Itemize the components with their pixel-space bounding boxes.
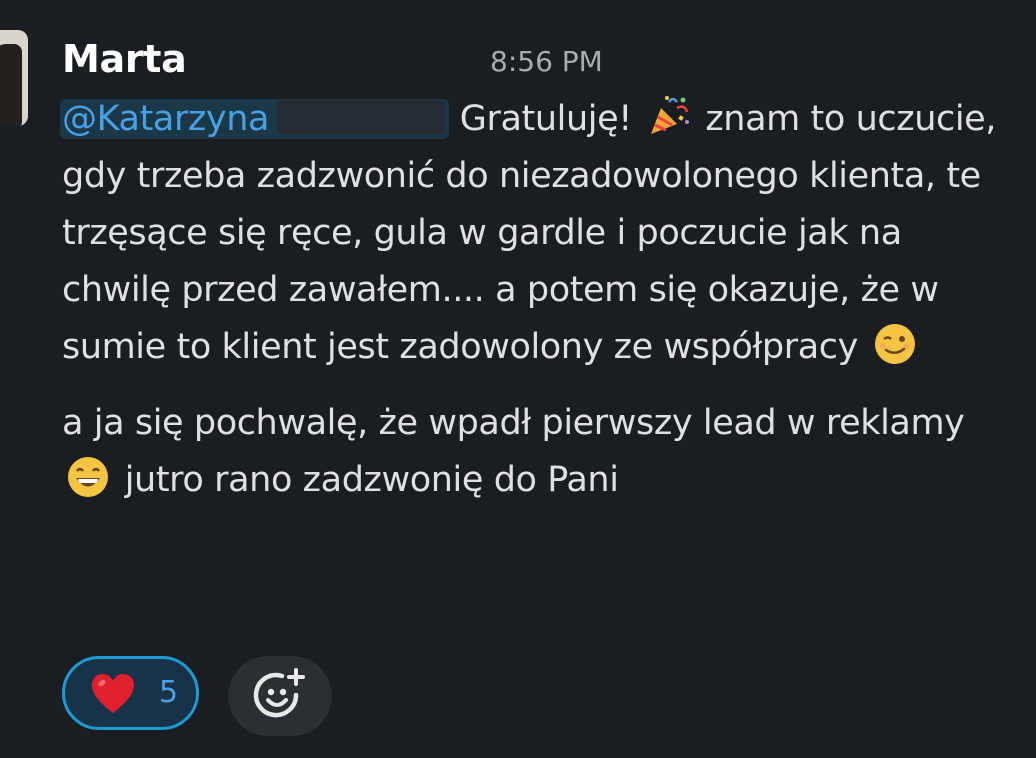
avatar[interactable]: [0, 30, 28, 126]
party-popper-icon: [650, 96, 689, 134]
user-mention[interactable]: @Katarzyna: [60, 99, 450, 139]
sender-name[interactable]: Marta: [62, 37, 187, 81]
add-reaction-icon: [253, 668, 305, 718]
mention-label: @Katarzyna: [62, 99, 270, 139]
message-item[interactable]: Marta 8:56 PM @Katarzyna Gratuluję! znam…: [0, 0, 1036, 758]
message-text: Gratuluję!: [449, 99, 632, 139]
winking-face-icon: [874, 324, 915, 364]
avatar-photo: [0, 44, 22, 126]
message-body: @Katarzyna Gratuluję! znam to uczucie, g…: [60, 91, 997, 509]
message-text: a ja się pochwalę, że wpadł pierwszy lea…: [62, 403, 965, 443]
message-paragraph: a ja się pochwalę, że wpadł pierwszy lea…: [62, 395, 997, 509]
redacted-surname: [277, 100, 446, 134]
message-text: jutro rano zadzwonię do Pani: [124, 460, 619, 500]
message-timestamp[interactable]: 8:56 PM: [490, 45, 603, 78]
add-reaction-button[interactable]: [228, 656, 332, 736]
message-paragraph: @Katarzyna Gratuluję! znam to uczucie, g…: [60, 91, 997, 376]
message-text: znam to uczucie, gdy trzeba zadzwonić do…: [62, 99, 997, 367]
reaction-heart-button[interactable]: 5: [62, 656, 199, 730]
reaction-count: 5: [159, 675, 179, 710]
red-heart-icon: [92, 674, 134, 713]
grinning-face-icon: [68, 457, 108, 497]
